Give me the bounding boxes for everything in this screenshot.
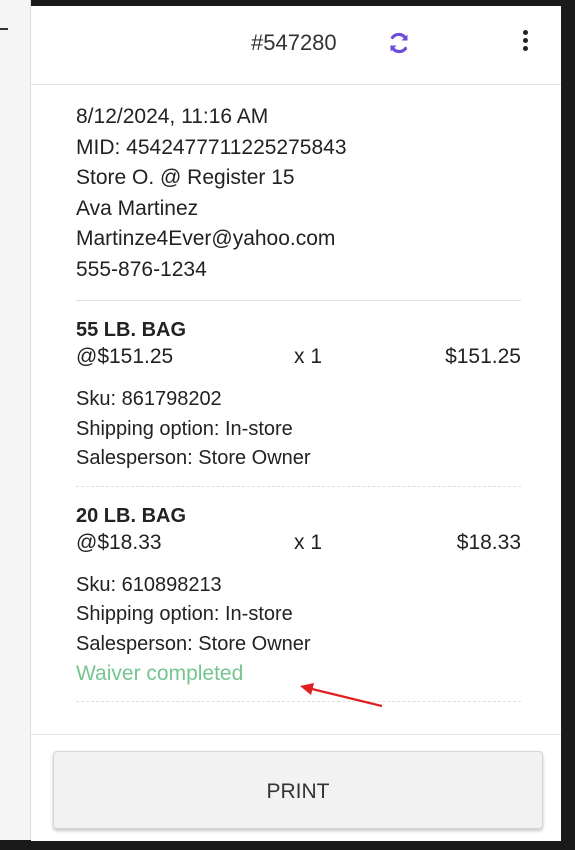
merchant-id: MID: 4542477711225275843 bbox=[76, 135, 347, 159]
price-row: @$18.33 x 1 $18.33 bbox=[76, 529, 521, 559]
customer-info: 8/12/2024, 11:16 AM MID: 454247771122527… bbox=[76, 102, 521, 285]
item-divider bbox=[76, 701, 521, 702]
left-pane-edge-mark bbox=[0, 28, 8, 30]
customer-email: Martinze4Ever@yahoo.com bbox=[76, 227, 336, 250]
customer-name: Ava Martinez bbox=[76, 196, 199, 220]
item-sku: Sku: 610898213 bbox=[76, 573, 222, 596]
order-number: #547280 bbox=[251, 30, 337, 55]
waiver-status: Waiver completed bbox=[76, 662, 244, 685]
order-detail-panel: #547280 8/12/2024, 11:16 AM MID: 4542477… bbox=[31, 6, 561, 841]
line-total: $18.33 bbox=[456, 530, 521, 554]
print-button[interactable]: PRINT bbox=[53, 751, 543, 829]
item-meta: Sku: 861798202 Shipping option: In-store… bbox=[76, 385, 521, 474]
quantity: x 1 bbox=[294, 345, 323, 368]
item-name: 20 LB. BAG bbox=[76, 504, 187, 527]
footer: PRINT bbox=[31, 734, 561, 841]
more-vertical-icon[interactable] bbox=[521, 30, 529, 58]
price-row: @$151.25 x 1 $151.25 bbox=[76, 343, 521, 373]
item-shipping: Shipping option: In-store bbox=[76, 417, 293, 440]
item-salesperson: Salesperson: Store Owner bbox=[76, 447, 311, 469]
unit-price: @$151.25 bbox=[76, 345, 174, 368]
divider bbox=[76, 300, 521, 301]
item-salesperson: Salesperson: Store Owner bbox=[76, 632, 311, 655]
line-total: $151.25 bbox=[445, 345, 521, 368]
item-shipping: Shipping option: In-store bbox=[76, 603, 293, 625]
item-meta: Sku: 610898213 Shipping option: In-store… bbox=[76, 571, 521, 690]
order-datetime: 8/12/2024, 11:16 AM bbox=[76, 105, 269, 128]
order-content: 8/12/2024, 11:16 AM MID: 454247771122527… bbox=[76, 102, 521, 702]
unit-price: @$18.33 bbox=[76, 530, 162, 554]
customer-phone: 555-876-1234 bbox=[76, 257, 207, 281]
refresh-icon[interactable] bbox=[387, 31, 411, 55]
left-pane bbox=[0, 0, 31, 840]
store-register: Store O. @ Register 15 bbox=[76, 166, 295, 189]
line-item: 55 LB. BAG @$151.25 x 1 $151.25 Sku: 861… bbox=[76, 317, 521, 474]
line-item: 20 LB. BAG @$18.33 x 1 $18.33 Sku: 61089… bbox=[76, 503, 521, 690]
item-sku: Sku: 861798202 bbox=[76, 388, 222, 410]
item-divider bbox=[76, 485, 521, 487]
order-header: #547280 bbox=[31, 6, 561, 85]
quantity: x 1 bbox=[294, 530, 323, 554]
item-name: 55 LB. BAG bbox=[76, 319, 187, 341]
